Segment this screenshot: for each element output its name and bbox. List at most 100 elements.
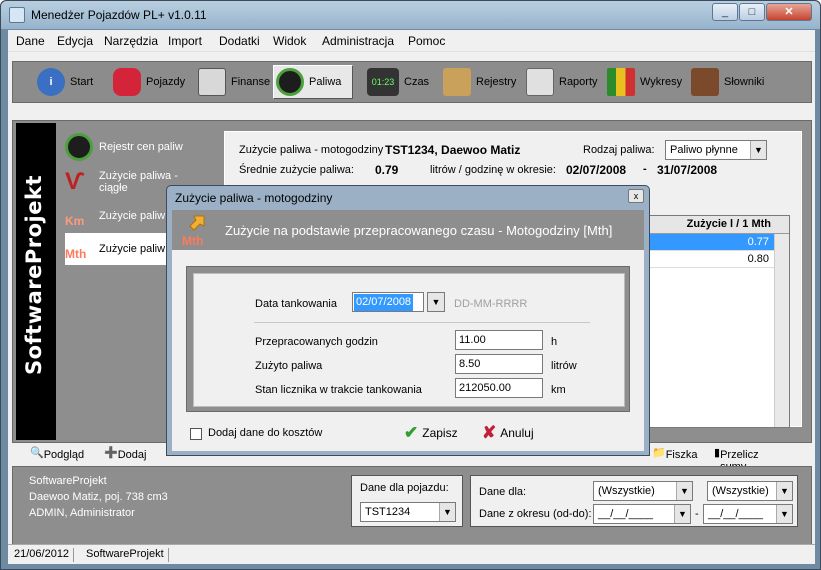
menu-dodatki[interactable]: Dodatki — [219, 34, 260, 48]
period-to-select[interactable]: __/__/____ ▼ — [703, 504, 793, 524]
registers-icon — [443, 68, 471, 96]
vehicle-group-label: Dane dla pojazdu: — [360, 482, 449, 494]
period-to: 31/07/2008 — [657, 163, 718, 177]
save-button[interactable]: ✔ Zapisz — [404, 423, 458, 443]
books-icon — [691, 68, 719, 96]
maximize-button[interactable]: □ — [739, 3, 765, 21]
info-vehicle: Daewoo Matiz, poj. 738 cm3 — [29, 491, 168, 503]
finance-icon — [198, 68, 226, 96]
dialog-close-button[interactable]: x — [628, 189, 644, 203]
status-bar: 21/06/2012 SoftwareProjekt — [8, 544, 815, 564]
car-icon — [113, 68, 141, 96]
toolbar-paliwa-label: Paliwa — [309, 76, 342, 88]
chevron-down-icon: ▼ — [428, 293, 444, 311]
menu-dane[interactable]: Dane — [16, 34, 45, 48]
app-icon — [9, 7, 25, 23]
data-for-select-2[interactable]: (Wszystkie) ▼ — [707, 481, 793, 501]
chevron-down-icon: ▼ — [674, 505, 690, 523]
dialog-header: Mth Zużycie na podstawie przepracowanego… — [172, 210, 644, 250]
period-from: 02/07/2008 — [566, 163, 627, 177]
date-format-hint: DD-MM-RRRR — [454, 298, 528, 310]
grid-header: Zużycie l / 1 Mth — [643, 216, 789, 234]
table-row[interactable]: 0.80 — [643, 251, 789, 268]
close-button[interactable]: ✕ — [766, 3, 812, 21]
period-from-value: __/__/____ — [598, 508, 654, 520]
toolbar-pojazdy[interactable]: Pojazdy — [111, 65, 185, 99]
data-for-value-1: (Wszystkie) — [598, 485, 655, 497]
add-label: Dodaj — [117, 449, 147, 461]
recalc-button[interactable]: ▮ Przelicz sumy — [714, 446, 759, 473]
main-window: Menedżer Pojazdów PL+ v1.0.11 _ □ ✕ Dane… — [0, 0, 821, 570]
add-button[interactable]: ➕ Dodaj — [104, 446, 146, 461]
minimize-button[interactable]: _ — [712, 3, 738, 21]
toolbar-paliwa[interactable]: Paliwa — [273, 65, 353, 99]
cancel-button[interactable]: ✘ Anuluj — [482, 423, 534, 443]
hours-input[interactable]: 11.00 — [455, 330, 543, 350]
date-field[interactable]: 02/07/2008 — [352, 292, 424, 312]
dialog-title: Zużycie paliwa - motogodziny — [175, 191, 333, 205]
status-date: 21/06/2012 — [10, 548, 75, 562]
counter-input[interactable]: 212050.00 — [455, 378, 543, 398]
fuel-label: Zużyto paliwa — [255, 360, 323, 372]
toolbar-czas[interactable]: 01:23 Czas — [365, 65, 429, 99]
consumption-chart-icon: Ѵ — [65, 168, 85, 195]
toolbar-czas-label: Czas — [404, 76, 430, 88]
menu-edycja[interactable]: Edycja — [57, 34, 93, 48]
chevron-down-icon: ▼ — [776, 505, 792, 523]
toolbar-start-label: Start — [70, 76, 94, 88]
mth-badge-icon: Mth — [180, 214, 210, 248]
toolbar-rejestry-label: Rejestry — [476, 76, 517, 88]
cross-icon: ✘ — [482, 423, 497, 442]
window-title: Menedżer Pojazdów PL+ v1.0.11 — [31, 8, 207, 22]
subnav-price-register[interactable]: Rejestr cen paliw — [65, 131, 207, 163]
check-icon: ✔ — [404, 423, 419, 442]
info-icon: i — [37, 68, 65, 96]
card-button[interactable]: 📁 Fiszka — [652, 446, 697, 461]
add-costs-checkbox[interactable] — [190, 428, 202, 440]
menu-pomoc[interactable]: Pomoc — [408, 34, 445, 48]
counter-label: Stan licznika w trakcie tankowania — [255, 384, 422, 396]
km-badge-icon: Km — [65, 214, 85, 228]
save-label: Zapisz — [422, 426, 458, 440]
date-value: 02/07/2008 — [354, 294, 414, 311]
chevron-down-icon: ▼ — [750, 141, 766, 159]
avg-value: 0.79 — [375, 163, 399, 177]
preview-button[interactable]: 🔍 Podgląd — [30, 446, 84, 461]
period-from-select[interactable]: __/__/____ ▼ — [593, 504, 691, 524]
menu-administracja[interactable]: Administracja — [322, 34, 394, 48]
menu-widok[interactable]: Widok — [273, 34, 306, 48]
brand-label: SoftwareProjekt — [22, 174, 46, 376]
period-dash: - — [643, 163, 647, 175]
vehicle-select[interactable]: TST1234 ▼ — [360, 502, 456, 522]
toolbar-rejestry[interactable]: Rejestry — [441, 65, 516, 99]
toolbar-wykresy[interactable]: Wykresy — [605, 65, 682, 99]
panel-title: Zużycie paliwa - motogodziny — [239, 144, 384, 156]
date-label: Data tankowania — [255, 298, 337, 310]
data-grid[interactable]: Zużycie l / 1 Mth 0.77 0.80 — [642, 215, 790, 428]
vehicle-group: Dane dla pojazdu: TST1234 ▼ — [351, 475, 463, 527]
info-panel: SoftwareProjekt Daewoo Matiz, poj. 738 c… — [12, 466, 812, 546]
toolbar-slowniki[interactable]: Słowniki — [689, 65, 764, 99]
toolbar-start[interactable]: i Start — [35, 65, 93, 99]
toolbar-pojazdy-label: Pojazdy — [146, 76, 186, 88]
main-toolbar: i Start Pojazdy Finanse Paliwa 01:23 Cza… — [12, 61, 812, 103]
toolbar-slowniki-label: Słowniki — [724, 76, 765, 88]
grid-scrollbar[interactable] — [774, 234, 789, 427]
table-row[interactable]: 0.77 — [643, 234, 789, 251]
date-dropdown-button[interactable]: ▼ — [427, 292, 445, 312]
preview-label: Podgląd — [43, 449, 85, 461]
toolbar-finanse-label: Finanse — [231, 76, 271, 88]
menu-narzedzia[interactable]: Narzędzia — [104, 34, 158, 48]
fuel-kind-select[interactable]: Paliwo płynne ▼ — [665, 140, 767, 160]
toolbar-finanse[interactable]: Finanse — [196, 65, 270, 99]
cancel-label: Anuluj — [500, 426, 534, 440]
menu-import[interactable]: Import — [168, 34, 202, 48]
dialog-form: Data tankowania 02/07/2008 ▼ DD-MM-RRRR … — [193, 273, 625, 407]
fuel-input[interactable]: 8.50 — [455, 354, 543, 374]
toolbar-raporty[interactable]: Raporty — [524, 65, 598, 99]
status-company: SoftwareProjekt — [82, 548, 169, 562]
data-for-select-1[interactable]: (Wszystkie) ▼ — [593, 481, 693, 501]
add-costs-label: Dodaj dane do kosztów — [208, 427, 323, 439]
data-for-value-2: (Wszystkie) — [712, 485, 769, 497]
gauge-icon — [65, 133, 93, 161]
